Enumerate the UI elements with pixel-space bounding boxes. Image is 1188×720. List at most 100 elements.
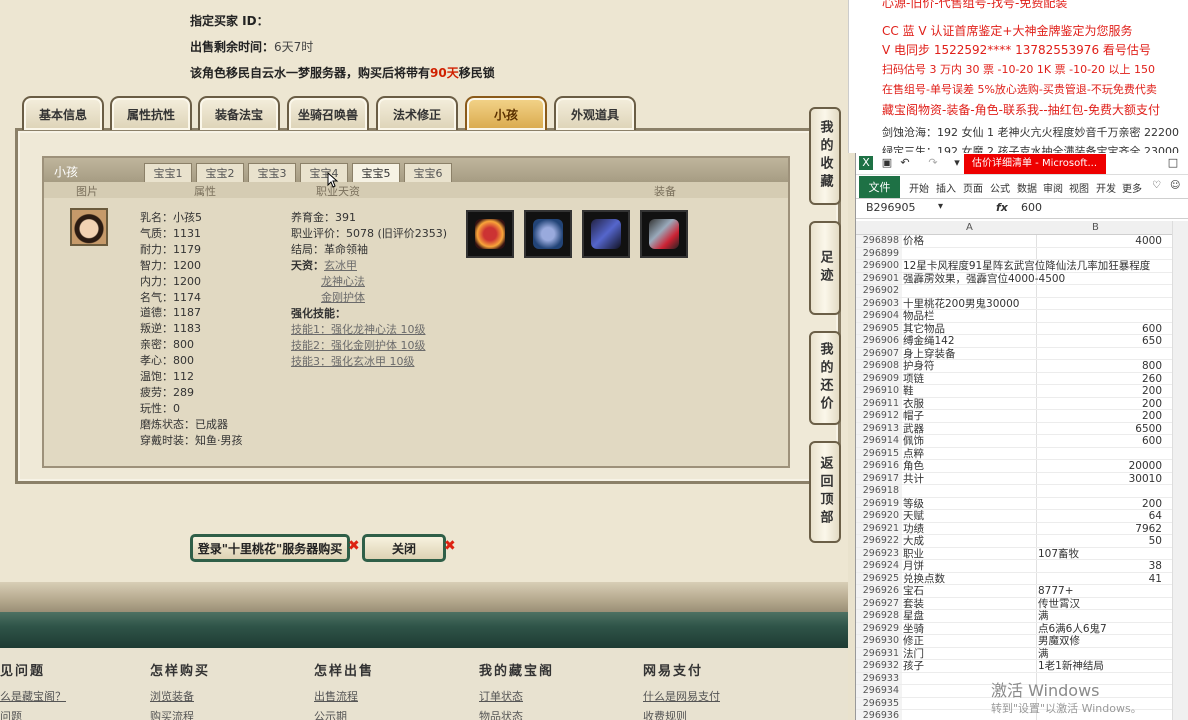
file-tab[interactable]: 文件	[859, 176, 900, 198]
cell-b[interactable]: 800	[1038, 360, 1162, 373]
footer-link[interactable]: 订单状态	[479, 687, 554, 707]
cell-a[interactable]: 功绩	[903, 523, 924, 536]
subtab-baby-2[interactable]: 宝宝2	[196, 163, 244, 182]
cell-a[interactable]: 项链	[903, 373, 924, 386]
cell-b[interactable]: 38	[1038, 560, 1162, 573]
sheet-row[interactable]: 296916 角色 20000	[856, 460, 1188, 473]
subtab-baby-3[interactable]: 宝宝3	[248, 163, 296, 182]
close-button[interactable]: 关闭	[362, 534, 446, 562]
sheet-row[interactable]: 296925 兑换点数 41	[856, 572, 1188, 585]
row-number[interactable]: 296931	[856, 647, 902, 659]
row-number[interactable]: 296910	[856, 385, 902, 397]
cell-b[interactable]: 满	[1038, 610, 1162, 623]
row-number[interactable]: 296912	[856, 410, 902, 422]
cell-a[interactable]: 大成	[903, 535, 924, 548]
row-number[interactable]: 296930	[856, 635, 902, 647]
sheet-row[interactable]: 296924 月饼 38	[856, 560, 1188, 573]
footer-link[interactable]: 什么是网易支付	[643, 687, 720, 707]
sheet-row[interactable]: 296911 衣服 200	[856, 397, 1188, 411]
footer-link[interactable]: 公示期	[314, 707, 374, 720]
cell-b[interactable]: 传世霄汉	[1038, 598, 1162, 611]
row-number[interactable]: 296926	[856, 585, 902, 597]
row-number[interactable]: 296899	[856, 247, 902, 259]
skill-link[interactable]: 技能1：强化龙神心法 10级	[291, 323, 426, 336]
sheet-row[interactable]: 296913 武器 6500	[856, 422, 1188, 435]
cell-a[interactable]: 12星卡风程度91星阵玄武宫位降仙法几率加狂暴程度	[903, 260, 1150, 273]
row-number[interactable]: 296919	[856, 497, 902, 509]
cell-a[interactable]: 缚金绳142	[903, 335, 955, 348]
tab-equipment[interactable]: 装备法宝	[198, 96, 280, 130]
cell-a[interactable]: 共计	[903, 473, 924, 486]
cell-a[interactable]: 十里桃花200男鬼30000	[903, 298, 1019, 311]
skill-link[interactable]: 技能2：强化金刚护体 10级	[291, 339, 426, 352]
row-number[interactable]: 296911	[856, 397, 902, 409]
equipment-slot-1[interactable]	[466, 210, 514, 258]
row-number[interactable]: 296934	[856, 685, 902, 697]
row-number[interactable]: 296915	[856, 447, 902, 459]
cell-b[interactable]: 200	[1038, 398, 1162, 411]
skill-link[interactable]: 技能3：强化玄冰甲 10级	[291, 355, 415, 368]
cell-a[interactable]: 坐骑	[903, 623, 924, 636]
footer-link[interactable]: 物品状态	[479, 707, 554, 720]
ribbon-tab[interactable]: 开始	[909, 180, 929, 195]
row-number[interactable]: 296918	[856, 485, 902, 497]
sheet-row[interactable]: 296922 大成 50	[856, 535, 1188, 548]
row-number[interactable]: 296928	[856, 610, 902, 622]
equipment-slot-2[interactable]	[524, 210, 572, 258]
row-number[interactable]: 296935	[856, 697, 902, 709]
row-number[interactable]: 296905	[856, 322, 902, 334]
footer-link[interactable]: 么是藏宝阁？	[0, 687, 66, 707]
sheet-row[interactable]: 296899	[856, 247, 1188, 260]
row-number[interactable]: 296900	[856, 260, 902, 272]
row-number[interactable]: 296924	[856, 560, 902, 572]
talent-link[interactable]: 玄冰甲	[324, 259, 357, 272]
sheet-row[interactable]: 296906 缚金绳142 650	[856, 335, 1188, 348]
row-number[interactable]: 296904	[856, 310, 902, 322]
sheet-row[interactable]: 296919 等级 200	[856, 497, 1188, 510]
talent-link[interactable]: 金刚护体	[321, 291, 365, 304]
row-number[interactable]: 296901	[856, 272, 902, 284]
row-number[interactable]: 296921	[856, 522, 902, 534]
sheet-row[interactable]: 296918	[856, 485, 1188, 498]
sheet-row[interactable]: 296930 修正 男魔双修	[856, 635, 1188, 648]
footer-link[interactable]: 浏览装备	[150, 687, 210, 707]
restore-window-icon[interactable]: □	[1166, 156, 1180, 170]
ribbon-tab[interactable]: 插入	[936, 180, 956, 195]
save-icon[interactable]: ▣	[880, 156, 894, 170]
cell-a[interactable]: 套装	[903, 598, 924, 611]
sheet-row[interactable]: 296917 共计 30010	[856, 472, 1188, 486]
my-favorites-button[interactable]: 我的收藏	[809, 107, 841, 205]
talent-link[interactable]: 龙神心法	[321, 275, 365, 288]
row-number[interactable]: 296920	[856, 510, 902, 522]
help-icon[interactable]: ♡	[1152, 180, 1161, 191]
sheet-row[interactable]: 296907 身上穿装备	[856, 347, 1188, 360]
cell-a[interactable]: 孩子	[903, 660, 924, 673]
row-number[interactable]: 296936	[856, 710, 902, 720]
cell-a[interactable]: 天赋	[903, 510, 924, 523]
cell-a[interactable]: 护身符	[903, 360, 935, 373]
tab-spells[interactable]: 法术修正	[376, 96, 458, 130]
sheet-row[interactable]: 296904 物品栏	[856, 310, 1188, 323]
sheet-row[interactable]: 296920 天赋 64	[856, 510, 1188, 523]
cell-b[interactable]: 4000	[1038, 235, 1162, 248]
tab-appearance[interactable]: 外观道具	[554, 96, 636, 130]
cell-b[interactable]: 50	[1038, 535, 1162, 548]
login-buy-button[interactable]: 登录"十里桃花"服务器购买	[190, 534, 350, 562]
cell-a[interactable]: 物品栏	[903, 310, 935, 323]
cell-a[interactable]: 宝石	[903, 585, 924, 598]
cell-b[interactable]: 64	[1038, 510, 1162, 523]
row-number[interactable]: 296902	[856, 285, 902, 297]
sheet-row[interactable]: 296909 项链 260	[856, 372, 1188, 386]
cell-a[interactable]: 佩饰	[903, 435, 924, 448]
customize-quick-access-icon[interactable]: ▾	[950, 156, 964, 170]
subtab-baby-5[interactable]: 宝宝5	[352, 163, 400, 182]
row-number[interactable]: 296898	[856, 235, 902, 247]
formula-input[interactable]: 600	[1021, 201, 1042, 214]
row-number[interactable]: 296923	[856, 547, 902, 559]
row-number[interactable]: 296929	[856, 622, 902, 634]
cell-a[interactable]: 强霹雳效果，强霹宫位4000-4500	[903, 273, 1065, 286]
cell-b[interactable]: 8777+	[1038, 585, 1162, 598]
cell-b[interactable]: 650	[1038, 335, 1162, 348]
cell-b[interactable]: 200	[1038, 385, 1162, 398]
subtab-baby-4[interactable]: 宝宝4	[300, 163, 348, 182]
